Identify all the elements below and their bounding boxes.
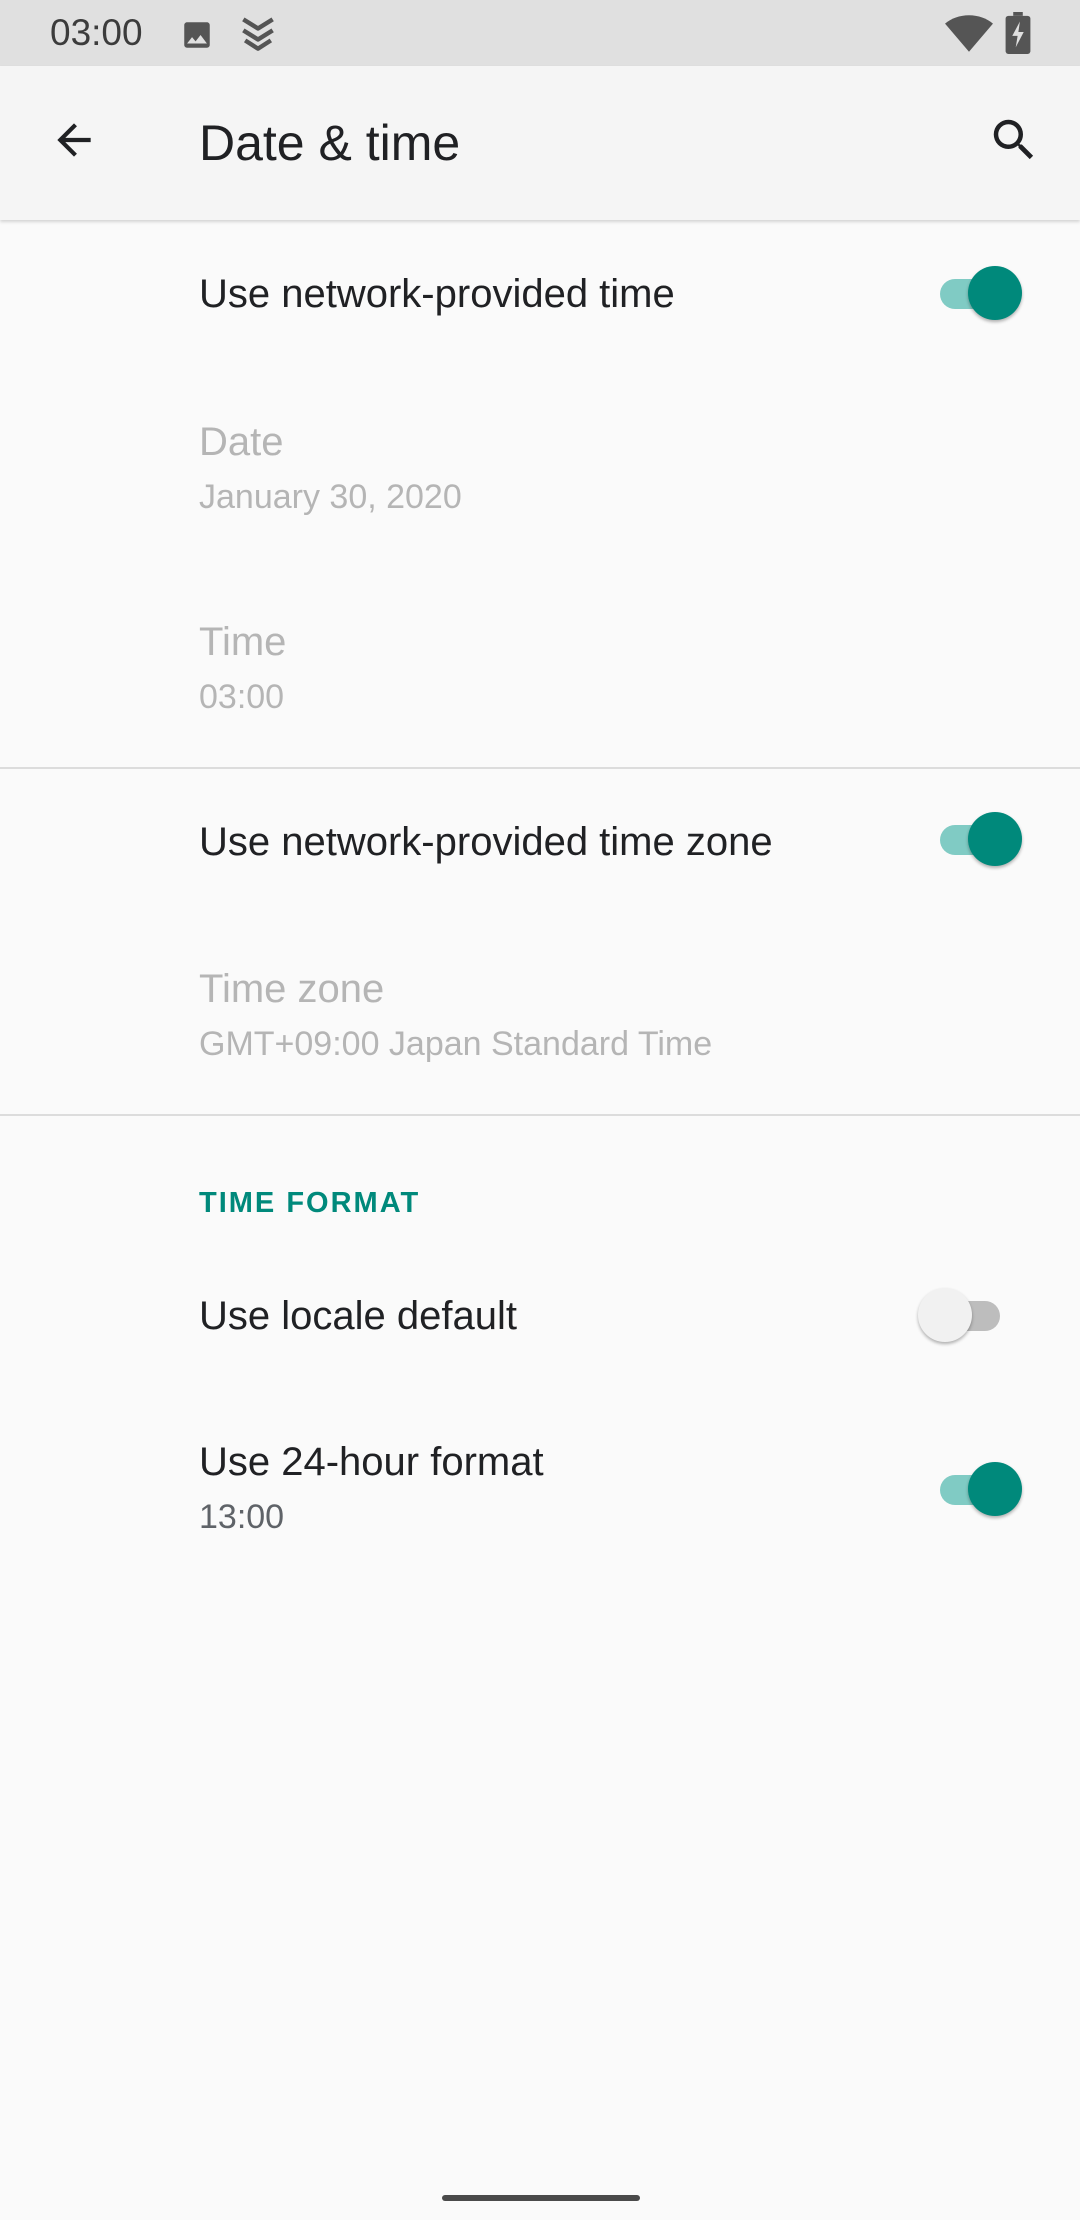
image-icon bbox=[180, 18, 214, 57]
setting-summary: 03:00 bbox=[199, 678, 285, 716]
setting-time-zone[interactable]: Time zone GMT+09:00 Japan Standard Time bbox=[0, 933, 1080, 1111]
app-bar: Date & time bbox=[0, 66, 1080, 220]
switch-thumb bbox=[968, 266, 1022, 320]
shield-app-icon bbox=[236, 12, 280, 61]
setting-summary: January 30, 2020 bbox=[199, 478, 462, 516]
gesture-nav-handle[interactable] bbox=[442, 2195, 640, 2201]
setting-date[interactable]: Date January 30, 2020 bbox=[0, 386, 1080, 564]
divider bbox=[0, 767, 1080, 769]
search-icon bbox=[987, 113, 1041, 172]
switch-thumb bbox=[968, 1462, 1022, 1516]
status-bar: 03:00 bbox=[0, 0, 1080, 66]
setting-title: Use locale default bbox=[199, 1294, 517, 1338]
back-button[interactable] bbox=[42, 110, 106, 174]
search-button[interactable] bbox=[982, 110, 1046, 174]
wifi-icon bbox=[944, 12, 994, 59]
setting-title: Use 24-hour format bbox=[199, 1440, 544, 1484]
setting-summary: 13:00 bbox=[199, 1498, 285, 1536]
setting-title: Time zone bbox=[199, 967, 385, 1011]
network-time-zone-toggle[interactable] bbox=[932, 810, 1022, 870]
setting-summary: GMT+09:00 Japan Standard Time bbox=[199, 1025, 713, 1063]
switch-thumb bbox=[968, 812, 1022, 866]
page-title: Date & time bbox=[199, 115, 461, 171]
setting-title: Use network-provided time bbox=[199, 272, 675, 316]
24-hour-format-toggle[interactable] bbox=[932, 1460, 1022, 1520]
setting-network-time[interactable]: Use network-provided time bbox=[0, 222, 1080, 366]
setting-title: Use network-provided time zone bbox=[199, 820, 773, 864]
setting-title: Date bbox=[199, 420, 284, 464]
battery-charging-icon bbox=[1004, 12, 1032, 59]
switch-thumb bbox=[918, 1288, 972, 1342]
setting-title: Time bbox=[199, 620, 287, 664]
setting-network-time-zone[interactable]: Use network-provided time zone bbox=[0, 770, 1080, 914]
category-time-format: TIME FORMAT bbox=[199, 1187, 421, 1219]
network-time-toggle[interactable] bbox=[932, 264, 1022, 324]
setting-locale-default[interactable]: Use locale default bbox=[0, 1252, 1080, 1384]
arrow-back-icon bbox=[49, 115, 99, 170]
divider bbox=[0, 1114, 1080, 1116]
status-time: 03:00 bbox=[50, 12, 143, 53]
setting-24-hour-format[interactable]: Use 24-hour format 13:00 bbox=[0, 1404, 1080, 1582]
setting-time[interactable]: Time 03:00 bbox=[0, 586, 1080, 764]
locale-default-toggle[interactable] bbox=[918, 1286, 1010, 1346]
